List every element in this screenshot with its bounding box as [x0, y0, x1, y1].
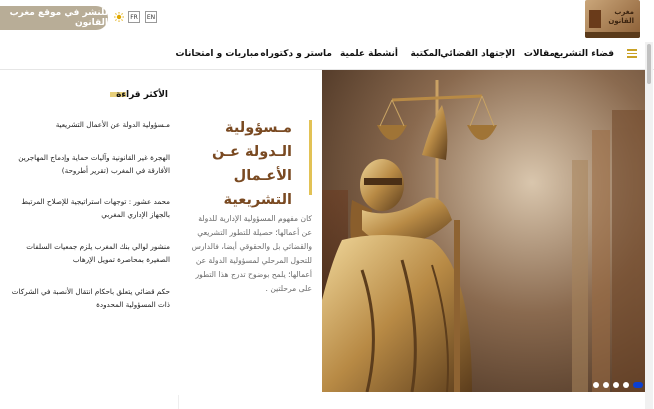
hero-slider: مـسؤولية الـدولة عـن الأعـمال التشريعية …	[178, 70, 645, 395]
lang-fr-link[interactable]: FR	[128, 11, 140, 23]
site-logo[interactable]: مغرب القانون	[585, 0, 640, 38]
top-bar: للنشر في موقع مغرب القانون FR EN مغرب الق…	[0, 0, 654, 40]
nav-item-articles[interactable]: مقالات	[524, 49, 555, 59]
hero-description: كان مفهوم المسؤولية الإدارية للدولة عن أ…	[191, 214, 312, 293]
slider-dot[interactable]	[593, 382, 599, 388]
slider-dots	[593, 382, 645, 388]
nav-item-legislation[interactable]: فضاء التشريع	[554, 49, 614, 59]
most-read-item[interactable]: حكم قضائي يتعلق باحكام انتقال الأنصبة في…	[4, 285, 170, 311]
theme-toggle-icon[interactable]	[114, 12, 124, 22]
nav-item-competitions-exams[interactable]: مباريات و امتحانات	[176, 49, 259, 59]
lang-en-link[interactable]: EN	[145, 11, 157, 23]
menu-hamburger-icon[interactable]	[627, 49, 637, 58]
most-read-sidebar: الأكثر قراءة مـسؤولية الدولة عن الأعمال …	[0, 70, 179, 409]
hero-caption: مـسؤولية الـدولة عـن الأعـمال التشريعية …	[178, 70, 322, 395]
slider-dot[interactable]	[613, 382, 619, 388]
most-read-item[interactable]: محمد عشور : توجهات استراتيجية للإصلاح ال…	[4, 195, 170, 221]
slider-dot[interactable]	[603, 382, 609, 388]
nav-item-library[interactable]: المكتبة	[410, 49, 441, 59]
lady-justice-image	[322, 70, 645, 392]
most-read-item[interactable]: الهجرة غير القانونية وآليات حماية وإدماج…	[4, 151, 170, 177]
slider-dot-active[interactable]	[633, 382, 643, 388]
most-read-item[interactable]: مـسؤولية الدولة عن الأعمال التشريعية	[4, 118, 170, 131]
most-read-item[interactable]: منشور لوالي بنك المغرب يلزم جمعيات السلف…	[4, 240, 170, 266]
hero-accent-line	[309, 120, 312, 195]
slider-dot[interactable]	[623, 382, 629, 388]
nav-item-scientific-activities[interactable]: أنشطة علمية	[340, 49, 398, 59]
nav-item-jurisprudence[interactable]: الإجتهاد القضائي	[440, 49, 515, 59]
publish-button[interactable]: للنشر في موقع مغرب القانون	[0, 6, 108, 30]
scrollbar-thumb[interactable]	[647, 44, 651, 84]
main-nav: فضاء التشريع مقالات الإجتهاد القضائي الم…	[0, 41, 654, 70]
hero-image[interactable]	[322, 70, 645, 392]
logo-strip	[585, 32, 640, 38]
hero-title[interactable]: مـسؤولية الـدولة عـن الأعـمال التشريعية	[182, 116, 292, 212]
logo-book-icon	[589, 10, 601, 28]
page-scrollbar[interactable]	[645, 42, 653, 409]
sidebar-title: الأكثر قراءة	[116, 90, 168, 100]
nav-item-master-doctorate[interactable]: ماستر و دكتوراه	[260, 49, 332, 59]
logo-text: مغرب القانون	[608, 8, 634, 25]
